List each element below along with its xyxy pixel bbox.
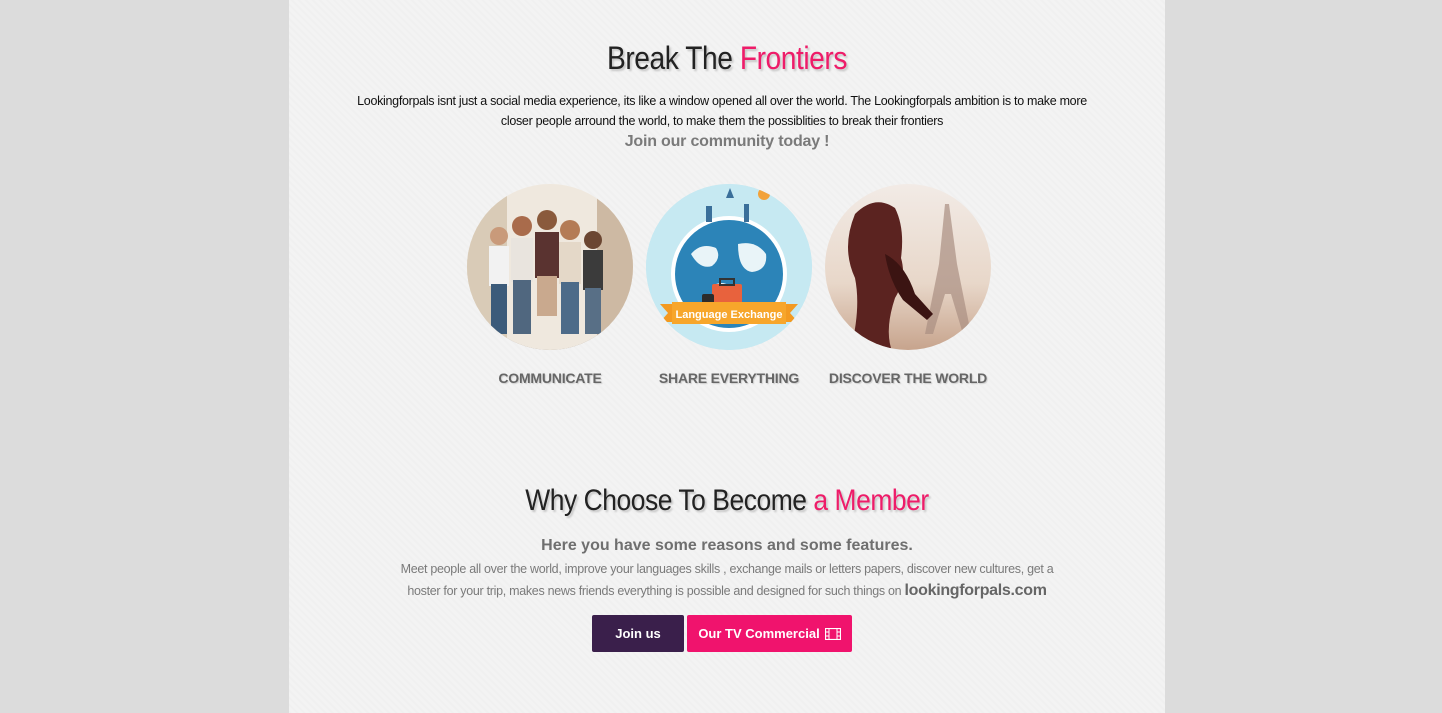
film-icon: [824, 627, 841, 640]
tv-commercial-button[interactable]: Our TV Commercial: [687, 615, 852, 652]
intro-paragraph: Lookingforpals isnt just a social media …: [357, 94, 1087, 128]
feature-label-share-everything: SHARE EVERYTHING: [658, 370, 800, 386]
feature-discover-world[interactable]: DISCOVER THE WORLD: [823, 184, 993, 386]
features-paragraph: Meet people all over the world, improve …: [400, 562, 1054, 599]
feature-share-everything[interactable]: Language Exchange SHARE EVERYTHING: [644, 184, 814, 386]
friends-group-image: [467, 184, 633, 350]
site-domain-link[interactable]: lookingforpals.com: [905, 582, 1047, 599]
section-title-break-frontiers: Break The Frontiers: [607, 40, 847, 76]
join-us-button[interactable]: Join us: [592, 615, 684, 652]
join-community-text: Join our community today !: [624, 133, 830, 150]
feature-label-communicate: COMMUNICATE: [498, 370, 602, 386]
section-title-become-member: Why Choose To Become a Member: [525, 484, 929, 517]
eiffel-couple-image: [825, 184, 991, 350]
globe-travel-image: Language Exchange: [646, 184, 812, 350]
language-exchange-banner: Language Exchange: [676, 309, 783, 321]
feature-label-discover-world: DISCOVER THE WORLD: [828, 370, 988, 386]
feature-circles: COMMUNICATE Language Exchange SHARE EVER…: [289, 184, 1165, 386]
feature-communicate[interactable]: COMMUNICATE: [465, 184, 635, 386]
reasons-heading: Here you have some reasons and some feat…: [541, 537, 913, 554]
main-content: Break The Frontiers Lookingforpals isnt …: [289, 0, 1165, 713]
